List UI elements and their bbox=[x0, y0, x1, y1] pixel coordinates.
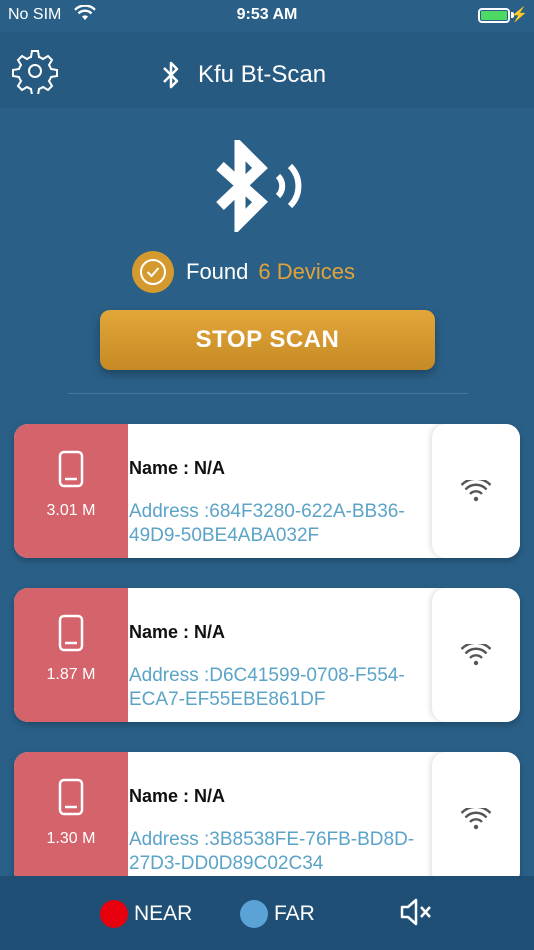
bluetooth-signal-icon bbox=[216, 140, 302, 232]
divider bbox=[68, 393, 468, 394]
far-dot-icon bbox=[240, 900, 268, 928]
app-title: Kfu Bt-Scan bbox=[198, 61, 327, 88]
signal-icon bbox=[461, 808, 491, 830]
phone-icon bbox=[58, 450, 84, 488]
status-bar: No SIM 9:53 AM ⚡ bbox=[0, 0, 534, 32]
device-distance: 1.87 M bbox=[46, 666, 96, 683]
signal-strength-button[interactable] bbox=[432, 424, 520, 558]
device-name: Name : N/A bbox=[129, 622, 226, 642]
found-label: Found bbox=[186, 259, 249, 284]
device-card[interactable]: 1.30 M Name : N/A Address :3B8538FE-76FB… bbox=[14, 752, 520, 886]
bottom-legend-bar: NEAR FAR bbox=[0, 876, 534, 950]
device-distance: 3.01 M bbox=[46, 502, 96, 519]
near-dot-icon bbox=[100, 900, 128, 928]
header-title-group: Kfu Bt-Scan bbox=[160, 58, 326, 92]
phone-icon bbox=[58, 778, 84, 816]
phone-icon bbox=[58, 614, 84, 652]
device-distance-panel: 1.87 M bbox=[14, 588, 128, 722]
signal-strength-button[interactable] bbox=[432, 588, 520, 722]
device-card[interactable]: 3.01 M Name : N/A Address :684F3280-622A… bbox=[14, 424, 520, 558]
check-circle-icon bbox=[132, 251, 174, 293]
gear-icon[interactable] bbox=[12, 48, 58, 94]
device-address: Address :D6C41599-0708-F554-ECA7-EF55EBE… bbox=[129, 665, 405, 710]
found-count: 6 Devices bbox=[258, 259, 355, 284]
signal-icon bbox=[461, 644, 491, 666]
legend-far: FAR bbox=[240, 900, 315, 928]
device-name: Name : N/A bbox=[129, 458, 226, 478]
found-status: Found 6 Devices bbox=[132, 251, 355, 293]
device-distance: 1.30 M bbox=[46, 830, 96, 847]
signal-strength-button[interactable] bbox=[432, 752, 520, 886]
far-label: FAR bbox=[274, 902, 315, 925]
device-address: Address :684F3280-622A-BB36-49D9-50BE4AB… bbox=[129, 501, 405, 546]
bluetooth-icon bbox=[163, 61, 179, 89]
legend-near: NEAR bbox=[100, 900, 192, 928]
mute-speaker-icon[interactable] bbox=[398, 894, 434, 930]
clock: 9:53 AM bbox=[236, 6, 298, 23]
stop-scan-button[interactable]: STOP SCAN bbox=[100, 310, 435, 370]
device-distance-panel: 1.30 M bbox=[14, 752, 128, 886]
device-name: Name : N/A bbox=[129, 786, 226, 806]
device-card[interactable]: 1.87 M Name : N/A Address :D6C41599-0708… bbox=[14, 588, 520, 722]
device-distance-panel: 3.01 M bbox=[14, 424, 128, 558]
device-address: Address :3B8538FE-76FB-BD8D-27D3-DD0D89C… bbox=[129, 829, 415, 874]
charging-icon: ⚡ bbox=[510, 6, 528, 22]
signal-icon bbox=[461, 480, 491, 502]
near-label: NEAR bbox=[134, 902, 193, 925]
battery-icon bbox=[478, 8, 510, 23]
nav-bar: Kfu Bt-Scan bbox=[0, 32, 534, 108]
